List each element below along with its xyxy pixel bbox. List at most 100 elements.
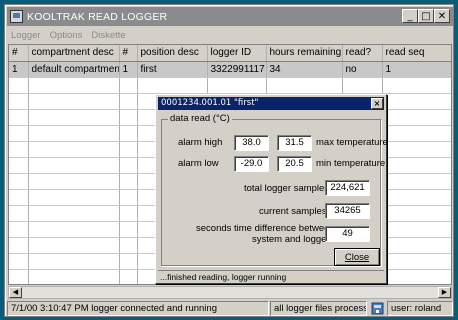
column-header[interactable]: read seq bbox=[382, 45, 451, 62]
table-cell bbox=[119, 125, 138, 142]
table-cell bbox=[119, 237, 138, 254]
maximize-button[interactable]: □ bbox=[418, 9, 434, 23]
table-cell bbox=[382, 173, 451, 190]
table-cell bbox=[382, 205, 451, 222]
alarm-low-label: alarm low bbox=[178, 158, 219, 169]
alarm-high-label: alarm high bbox=[178, 137, 223, 148]
column-header[interactable]: position desc bbox=[137, 45, 208, 62]
minimize-button[interactable]: _ bbox=[402, 9, 418, 23]
table-cell bbox=[9, 77, 29, 94]
table-cell bbox=[119, 269, 138, 284]
dialog-status: ...finished reading, logger running bbox=[158, 270, 384, 282]
table-cell bbox=[28, 109, 120, 126]
time-diff-value: 49 bbox=[325, 226, 370, 242]
table-cell bbox=[119, 205, 138, 222]
table-row-empty bbox=[9, 77, 451, 94]
close-button[interactable]: Close bbox=[334, 248, 380, 266]
table-cell bbox=[9, 93, 29, 110]
max-temp-value: 31.5 bbox=[277, 135, 312, 151]
dialog-title-bar[interactable]: 0001234.001.01 "first" × bbox=[158, 97, 384, 110]
table-cell bbox=[382, 109, 451, 126]
group-label: data read (°C) bbox=[168, 113, 232, 124]
table-cell bbox=[28, 237, 120, 254]
table-header: # compartment desc # position desc logge… bbox=[9, 45, 451, 62]
table-cell bbox=[28, 173, 120, 190]
column-header[interactable]: logger ID bbox=[207, 45, 267, 62]
menu-logger[interactable]: Logger bbox=[11, 30, 41, 41]
menu-diskette[interactable]: Diskette bbox=[91, 30, 125, 41]
table-cell: first bbox=[137, 61, 208, 78]
table-cell bbox=[9, 205, 29, 222]
table-row[interactable]: 1 default compartment 1 first 3322991117… bbox=[9, 61, 451, 78]
status-files: all logger files processed bbox=[270, 301, 367, 316]
table-cell bbox=[382, 221, 451, 238]
column-header[interactable]: # bbox=[9, 45, 29, 62]
table-cell bbox=[382, 189, 451, 206]
status-message: 7/1/00 3:10:47 PM logger connected and r… bbox=[7, 301, 269, 316]
app-logo-icon bbox=[10, 10, 23, 23]
table-cell bbox=[382, 237, 451, 254]
alarm-high-value: 38.0 bbox=[234, 135, 269, 151]
close-button-label: Close bbox=[344, 251, 370, 263]
table-cell bbox=[28, 269, 120, 284]
scroll-right-icon[interactable]: ▶ bbox=[438, 287, 451, 298]
status-user: user: roland bbox=[387, 301, 453, 316]
column-header[interactable]: compartment desc bbox=[28, 45, 120, 62]
table-cell bbox=[9, 125, 29, 142]
table-cell bbox=[9, 269, 29, 284]
max-temp-label: max temperature bbox=[316, 137, 388, 148]
min-temp-label: min temperature bbox=[316, 158, 386, 169]
table-cell bbox=[382, 141, 451, 158]
dialog-close-icon[interactable]: × bbox=[371, 98, 383, 109]
table-cell bbox=[119, 93, 138, 110]
table-cell bbox=[9, 109, 29, 126]
column-header[interactable]: read? bbox=[342, 45, 383, 62]
table-cell bbox=[28, 189, 120, 206]
column-header[interactable]: hours remaining bbox=[266, 45, 343, 62]
close-window-button[interactable]: ✕ bbox=[434, 9, 450, 23]
table-cell bbox=[119, 109, 138, 126]
current-samples-label: current samples bbox=[259, 206, 327, 217]
window-controls: _ □ ✕ bbox=[402, 9, 450, 23]
read-data-dialog: 0001234.001.01 "first" × data read (°C) … bbox=[155, 94, 388, 284]
table-cell: 1 bbox=[9, 61, 29, 78]
dialog-title: 0001234.001.01 "first" bbox=[161, 98, 259, 108]
table-cell bbox=[382, 253, 451, 270]
table-cell bbox=[119, 173, 138, 190]
table-cell: 1 bbox=[119, 61, 138, 78]
table-cell bbox=[28, 205, 120, 222]
table-cell bbox=[9, 173, 29, 190]
column-header[interactable]: # bbox=[119, 45, 138, 62]
table-cell bbox=[119, 253, 138, 270]
table-cell bbox=[137, 77, 208, 94]
table-cell bbox=[266, 77, 343, 94]
menu-bar: Logger Options Diskette bbox=[7, 27, 126, 43]
alarm-low-value: -29.0 bbox=[234, 156, 269, 172]
table-cell bbox=[28, 253, 120, 270]
table-cell bbox=[119, 189, 138, 206]
data-read-group: data read (°C) alarm high 38.0 31.5 max … bbox=[161, 113, 388, 266]
title-bar[interactable]: KOOLTRAK READ LOGGER _ □ ✕ bbox=[7, 7, 453, 26]
table-cell bbox=[382, 269, 451, 284]
table-cell bbox=[9, 253, 29, 270]
table-cell bbox=[382, 93, 451, 110]
table-cell bbox=[119, 141, 138, 158]
logger-device-icon bbox=[368, 301, 386, 316]
table-cell: 34 bbox=[266, 61, 343, 78]
menu-options[interactable]: Options bbox=[50, 30, 83, 41]
scroll-left-icon[interactable]: ◀ bbox=[9, 287, 22, 298]
horizontal-scrollbar[interactable]: ◀ ▶ bbox=[8, 286, 452, 299]
table-cell bbox=[28, 93, 120, 110]
time-diff-label-2: system and logger bbox=[252, 234, 330, 245]
table-cell bbox=[382, 77, 451, 94]
main-window: KOOLTRAK READ LOGGER _ □ ✕ Logger Option… bbox=[4, 4, 454, 317]
current-samples-value: 34265 bbox=[325, 203, 370, 219]
table-cell bbox=[28, 157, 120, 174]
table-cell bbox=[119, 77, 138, 94]
table-cell bbox=[382, 125, 451, 142]
table-cell bbox=[9, 221, 29, 238]
table-cell bbox=[9, 157, 29, 174]
table-cell bbox=[28, 125, 120, 142]
table-cell bbox=[9, 237, 29, 254]
table-cell bbox=[28, 141, 120, 158]
